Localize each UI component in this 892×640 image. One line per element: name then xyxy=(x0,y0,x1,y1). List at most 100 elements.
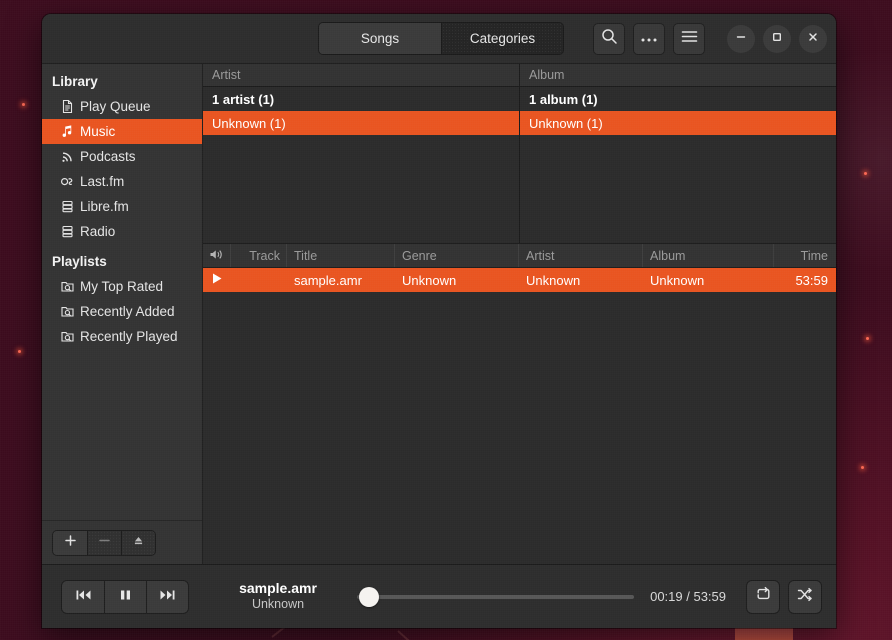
sidebar-item-radio[interactable]: Radio xyxy=(42,219,202,244)
smart-playlist-icon xyxy=(60,329,75,344)
previous-button[interactable] xyxy=(62,580,104,613)
sidebar-item-label: Last.fm xyxy=(80,174,125,189)
table-row[interactable]: sample.amr Unknown Unknown Unknown 53:59 xyxy=(203,268,836,292)
row-album: Unknown xyxy=(650,272,705,288)
sidebar-item-recently-played[interactable]: Recently Played xyxy=(42,324,202,349)
column-header-genre[interactable]: Genre xyxy=(395,244,519,267)
sidebar-item-play-queue[interactable]: Play Queue xyxy=(42,94,202,119)
artist-summary-row[interactable]: 1 artist (1) xyxy=(203,87,519,111)
row-track xyxy=(231,268,287,292)
rss-icon xyxy=(60,149,75,164)
maximize-icon xyxy=(771,30,783,48)
rhythmbox-window: Songs Categories Library Play Queue Musi… xyxy=(42,14,836,628)
close-icon xyxy=(807,30,819,48)
search-icon xyxy=(601,28,618,50)
speaker-icon xyxy=(209,248,224,264)
sidebar-item-label: Music xyxy=(80,124,116,139)
sidebar: Library Play Queue Music Podcasts Last.f… xyxy=(42,64,203,564)
view-toggle-group: Songs Categories xyxy=(318,22,564,55)
search-button[interactable] xyxy=(593,22,625,55)
repeat-button[interactable] xyxy=(746,579,780,614)
column-header-artist[interactable]: Artist xyxy=(519,244,643,267)
wallpaper-star xyxy=(866,337,869,340)
album-row-unknown[interactable]: Unknown (1) xyxy=(520,111,836,135)
wallpaper-star xyxy=(18,350,21,353)
album-summary-row[interactable]: 1 album (1) xyxy=(520,87,836,111)
pause-icon xyxy=(119,588,132,606)
pause-button[interactable] xyxy=(104,580,146,613)
playlist-actions-group xyxy=(52,529,156,556)
album-column-header[interactable]: Album xyxy=(520,64,836,87)
row-playing-indicator xyxy=(203,268,231,292)
sidebar-item-label: Play Queue xyxy=(80,99,151,114)
column-header-album[interactable]: Album xyxy=(643,244,774,267)
eject-button[interactable] xyxy=(121,530,155,555)
repeat-icon xyxy=(755,586,772,607)
window-body: Library Play Queue Music Podcasts Last.f… xyxy=(42,64,836,564)
tab-songs[interactable]: Songs xyxy=(319,23,441,54)
close-button[interactable] xyxy=(799,24,827,53)
minimize-icon xyxy=(735,30,747,48)
wallpaper-star xyxy=(22,103,25,106)
time-display: 00:19 / 53:59 xyxy=(650,589,726,604)
seek-slider[interactable] xyxy=(357,586,635,608)
now-playing-artist: Unknown xyxy=(251,597,305,612)
add-playlist-button[interactable] xyxy=(53,530,87,555)
more-options-button[interactable] xyxy=(633,22,665,55)
lastfm-icon xyxy=(60,174,75,189)
main-menu-button[interactable] xyxy=(673,22,705,55)
sidebar-footer xyxy=(42,520,202,564)
ellipsis-icon xyxy=(640,30,658,48)
maximize-button[interactable] xyxy=(763,24,791,53)
sidebar-source-list: Library Play Queue Music Podcasts Last.f… xyxy=(42,64,202,520)
column-header-track[interactable]: Track xyxy=(231,244,287,267)
sidebar-item-label: Radio xyxy=(80,224,116,239)
now-playing-info: sample.amr Unknown xyxy=(213,580,343,613)
hamburger-menu-icon xyxy=(681,30,698,48)
track-list: Track Title Genre Artist Album Time samp… xyxy=(203,244,836,564)
smart-playlist-icon xyxy=(60,279,75,294)
sidebar-section-playlists-title: Playlists xyxy=(52,254,107,269)
wallpaper-line xyxy=(397,630,426,640)
wallpaper-star xyxy=(864,172,867,175)
eject-icon xyxy=(132,534,145,552)
sidebar-item-label: Recently Added xyxy=(80,304,175,319)
server-icon xyxy=(60,199,75,214)
column-header-playing[interactable] xyxy=(203,244,231,267)
desktop-background: Songs Categories Library Play Queue Musi… xyxy=(0,0,892,640)
column-header-time[interactable]: Time xyxy=(774,244,836,267)
tab-categories[interactable]: Categories xyxy=(441,23,563,54)
artist-row-unknown[interactable]: Unknown (1) xyxy=(203,111,519,135)
sidebar-item-my-top-rated[interactable]: My Top Rated xyxy=(42,274,202,299)
sidebar-item-music[interactable]: Music xyxy=(42,119,202,144)
sidebar-item-recently-added[interactable]: Recently Added xyxy=(42,299,202,324)
smart-playlist-icon xyxy=(60,304,75,319)
plus-icon xyxy=(64,534,77,552)
previous-icon xyxy=(75,588,92,606)
sidebar-item-label: Libre.fm xyxy=(80,199,129,214)
sidebar-item-podcasts[interactable]: Podcasts xyxy=(42,144,202,169)
column-header-title[interactable]: Title xyxy=(287,244,395,267)
sidebar-item-label: My Top Rated xyxy=(80,279,164,294)
row-title: sample.amr xyxy=(294,272,362,288)
sidebar-item-lastfm[interactable]: Last.fm xyxy=(42,169,202,194)
next-button[interactable] xyxy=(146,580,188,613)
row-genre: Unknown xyxy=(402,272,457,288)
row-time: 53:59 xyxy=(795,272,828,288)
sidebar-item-label: Recently Played xyxy=(80,329,178,344)
row-artist: Unknown xyxy=(526,272,581,288)
server-icon xyxy=(60,224,75,239)
sidebar-item-librefm[interactable]: Libre.fm xyxy=(42,194,202,219)
seek-handle[interactable] xyxy=(358,586,379,607)
shuffle-button[interactable] xyxy=(788,579,822,614)
remove-playlist-button[interactable] xyxy=(87,530,121,555)
track-list-header: Track Title Genre Artist Album Time xyxy=(203,244,836,268)
transport-controls xyxy=(61,579,189,614)
track-list-empty-space xyxy=(203,292,836,564)
album-pane: Album 1 album (1) Unknown (1) xyxy=(519,64,836,243)
tab-categories-label: Categories xyxy=(469,31,536,46)
artist-column-header[interactable]: Artist xyxy=(203,64,519,87)
seek-track xyxy=(357,594,635,599)
minimize-button[interactable] xyxy=(727,24,755,53)
tab-songs-label: Songs xyxy=(360,31,400,46)
